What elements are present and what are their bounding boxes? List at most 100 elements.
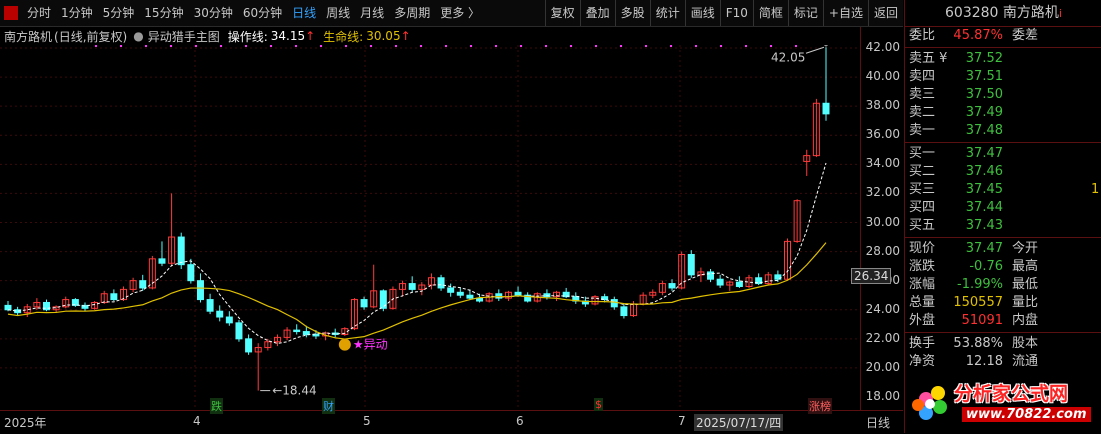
period-tab-9[interactable]: 多周期 bbox=[389, 0, 435, 26]
price-tick: 38.00 bbox=[865, 98, 900, 113]
period-tab-4[interactable]: 30分钟 bbox=[189, 0, 238, 26]
date-tick: 4 bbox=[193, 414, 201, 428]
weibi-row: 委比 45.87% 委差 bbox=[905, 27, 1101, 45]
toolbar-button-4[interactable]: 画线 bbox=[684, 0, 720, 26]
period-tabs: 分时 1分钟 5分钟 15分钟 30分钟 60分钟 日线 周线 月线 多周期 更多 〉 bbox=[22, 0, 485, 26]
chart-mode: (日线,前复权) bbox=[54, 29, 128, 44]
price-tick: 28.00 bbox=[865, 243, 900, 258]
sell-row: 卖三 37.50 bbox=[909, 87, 1003, 102]
quote-row: 现价 37.47 今开 bbox=[909, 241, 1039, 256]
toolbar-button-2[interactable]: 多股 bbox=[614, 0, 650, 26]
price-tick: 32.00 bbox=[865, 185, 900, 200]
candle-body bbox=[196, 280, 204, 301]
candle-body bbox=[4, 304, 12, 311]
price-tick: 22.00 bbox=[865, 330, 900, 345]
sell-row: 卖二 37.49 bbox=[909, 105, 1003, 120]
low-label: ←18.44 bbox=[272, 384, 316, 398]
stock-name: 南方路机 bbox=[4, 29, 53, 44]
buy-row: 买四 37.44 bbox=[909, 200, 1003, 215]
buy-row: 买三 37.45 1 bbox=[909, 182, 1100, 197]
period-tab-5[interactable]: 60分钟 bbox=[238, 0, 287, 26]
toolbar-button-6[interactable]: 简框 bbox=[752, 0, 788, 26]
toolbar-button-1[interactable]: 叠加 bbox=[579, 0, 615, 26]
candle-body bbox=[447, 287, 455, 293]
toolbar-button-8[interactable]: +自选 bbox=[822, 0, 868, 26]
event-marker[interactable]: 涨榜 bbox=[808, 398, 832, 414]
period-tab-0[interactable]: 分时 bbox=[22, 0, 56, 26]
price-tick: 34.00 bbox=[865, 156, 900, 171]
settings-icon[interactable]: ● bbox=[133, 29, 143, 43]
yidong-icon bbox=[338, 338, 351, 351]
sell-orders: 卖五 ¥37.52 卖四 37.51 卖三 37.50 卖二 37.49 卖一 37.48 bbox=[905, 50, 1101, 140]
toolbar-button-7[interactable]: 标记 bbox=[787, 0, 823, 26]
candle-body bbox=[687, 253, 695, 276]
candle-body bbox=[408, 283, 416, 290]
panel-stock-name: 南方路机 bbox=[1002, 5, 1059, 21]
price-tick: 20.00 bbox=[865, 359, 900, 374]
watermark-url: www.70822.com bbox=[962, 407, 1091, 422]
toolbar: 分时 1分钟 5分钟 15分钟 30分钟 60分钟 日线 周线 月线 多周期 更多 〉 复权 叠加 多股… bbox=[0, 0, 903, 27]
life-line bbox=[7, 242, 827, 340]
candle-body bbox=[668, 283, 676, 289]
indicator-name[interactable]: 异动猎手主图 bbox=[148, 28, 220, 45]
period-tab-7[interactable]: 周线 bbox=[321, 0, 355, 26]
indicator-info-bar: 南方路机 (日线,前复权) ● 异动猎手主图 操作线: 34.15 ↑ 生命线:… bbox=[0, 27, 903, 45]
candle-body bbox=[139, 280, 147, 289]
op-line-label: 操作线: bbox=[227, 29, 268, 44]
candle-body bbox=[293, 329, 301, 333]
life-line-value: 30.05 bbox=[366, 29, 401, 43]
date-tick: 2025年 bbox=[4, 416, 47, 430]
info-icon[interactable]: i bbox=[1059, 7, 1062, 20]
period-tab-6[interactable]: 日线 bbox=[287, 0, 321, 26]
event-marker[interactable]: 财 bbox=[322, 398, 335, 414]
life-line-label: 生命线: bbox=[323, 29, 364, 44]
candle-body bbox=[225, 316, 233, 324]
candle-body bbox=[514, 291, 522, 296]
candle-body bbox=[302, 331, 310, 335]
price-tick: 42.00 bbox=[865, 40, 900, 54]
life-arrow-icon: ↑ bbox=[400, 29, 411, 43]
weicha-label: 委差 bbox=[1012, 28, 1039, 43]
candle-body bbox=[822, 102, 830, 115]
period-tab-3[interactable]: 15分钟 bbox=[139, 0, 188, 26]
candle-body bbox=[245, 338, 253, 353]
candle-body bbox=[360, 299, 368, 308]
toolbar-button-9[interactable]: 返回 bbox=[867, 0, 903, 26]
menu-icon[interactable] bbox=[4, 6, 18, 20]
price-tick: 36.00 bbox=[865, 127, 900, 142]
period-tab-8[interactable]: 月线 bbox=[355, 0, 389, 26]
toolbar-button-0[interactable]: 复权 bbox=[544, 0, 580, 26]
diamond-icon bbox=[823, 45, 829, 47]
yidong-label: ★异动 bbox=[353, 338, 388, 352]
candle-body bbox=[735, 281, 743, 287]
period-tab-2[interactable]: 5分钟 bbox=[98, 0, 140, 26]
watermark-name: 分析家公式网 bbox=[954, 383, 1069, 405]
quote-panel: 603280 南方路机i 委比 45.87% 委差 卖五 ¥37.52 卖四 37.… bbox=[904, 0, 1101, 433]
price-tick: 24.00 bbox=[865, 301, 900, 316]
date-tick: 5 bbox=[363, 414, 371, 428]
extra-row: 换手 53.88% 股本 bbox=[909, 336, 1039, 351]
toolbar-buttons: 复权 叠加 多股 统计 画线 F10 简框 标记 +自选 返回 bbox=[544, 0, 903, 26]
period-tab-1[interactable]: 1分钟 bbox=[56, 0, 98, 26]
candle-body bbox=[312, 333, 320, 337]
period-tab-10[interactable]: 更多 〉 bbox=[435, 0, 485, 26]
extra-stats: 换手 53.88% 股本 净资 12.18 流通 bbox=[905, 335, 1101, 371]
price-axis[interactable]: 42.00 40.00 38.00 36.00 34.00 32.00 30.00 28.00… bbox=[851, 27, 904, 410]
date-tick: 6 bbox=[516, 414, 524, 428]
candle-body bbox=[206, 299, 214, 312]
event-marker[interactable]: $ bbox=[594, 398, 603, 411]
quote-row: 涨跌 -0.76 最高 bbox=[909, 259, 1039, 274]
current-price-label: 26.34 bbox=[851, 267, 892, 284]
event-marker[interactable]: 跌 bbox=[210, 398, 223, 414]
buy-row: 买一 37.47 bbox=[909, 146, 1003, 161]
toolbar-button-3[interactable]: 统计 bbox=[649, 0, 685, 26]
candle-body bbox=[177, 236, 185, 266]
quote-stats: 现价 37.47 今开 涨跌 -0.76 最高 涨幅 -1.99% 最低 总量 150557 量比 外盘… bbox=[905, 240, 1101, 330]
date-axis: 跌 财 $ 涨榜 2025年 4 5 6 7 2025/07/17/四 日线 bbox=[0, 398, 903, 434]
high-label: 42.05 bbox=[771, 50, 805, 64]
watermark: 分析家公式网 www.70822.com bbox=[904, 373, 1101, 433]
sell-row: 卖五 ¥37.52 bbox=[909, 51, 1003, 66]
buy-row: 买五 37.43 bbox=[909, 218, 1003, 233]
toolbar-button-5[interactable]: F10 bbox=[719, 0, 753, 26]
kline-chart[interactable]: 42.05 ←18.44 ★异动 bbox=[0, 45, 860, 410]
